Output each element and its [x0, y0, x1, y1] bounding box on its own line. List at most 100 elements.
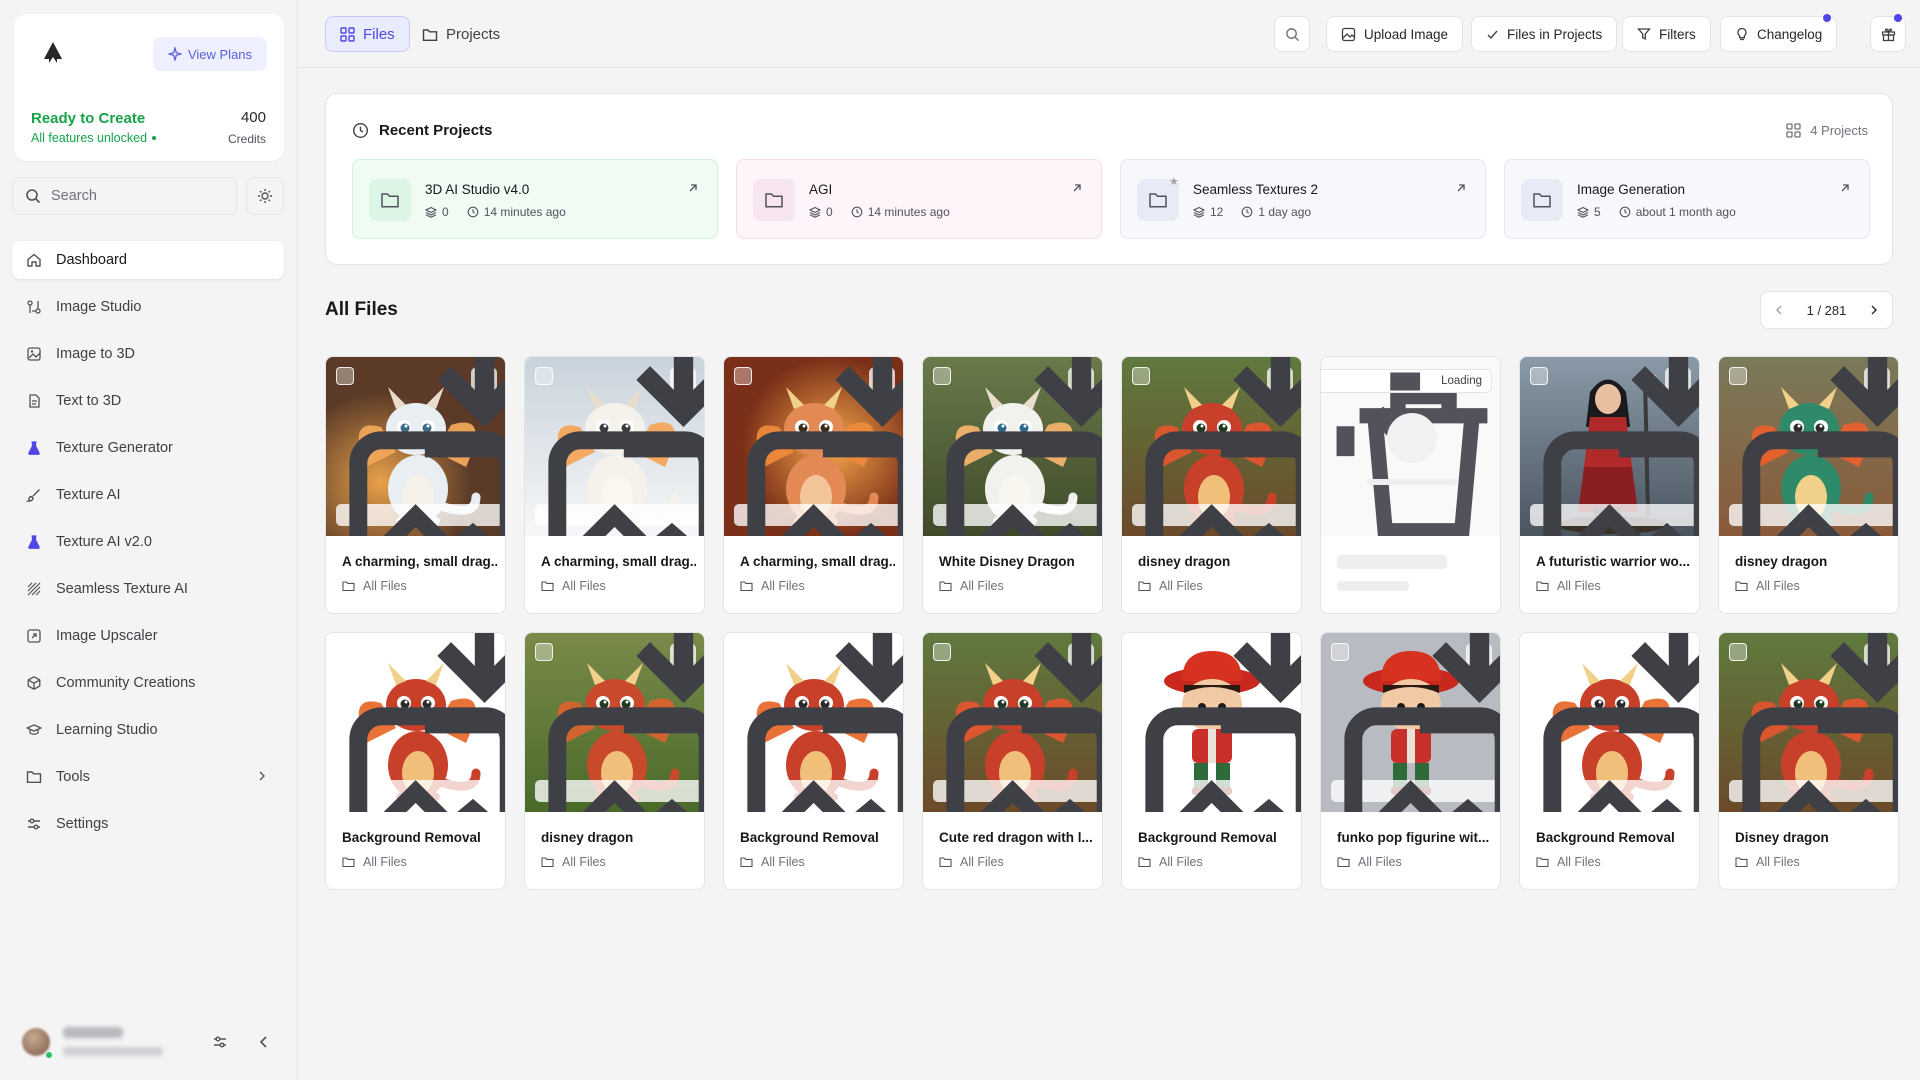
file-thumbnail[interactable]: IMG: [1122, 357, 1301, 536]
download-button[interactable]: [822, 357, 903, 457]
file-thumbnail[interactable]: IMG: [1321, 633, 1500, 812]
project-card[interactable]: Image Generation 5 about 1 month ago: [1504, 159, 1870, 239]
gift-button[interactable]: [1870, 16, 1906, 52]
select-checkbox[interactable]: [1729, 643, 1747, 661]
file-card[interactable]: IMG disney dragon All Files: [524, 632, 705, 890]
search-button[interactable]: [1274, 16, 1310, 52]
filters-button[interactable]: Filters: [1622, 16, 1711, 52]
file-thumbnail[interactable]: IMG: [525, 633, 704, 812]
file-thumbnail[interactable]: IMG: [1520, 357, 1699, 536]
search-input[interactable]: Search: [12, 177, 237, 215]
sidebar-item-texture-ai-v2-0[interactable]: Texture AI v2.0: [12, 523, 284, 561]
project-card[interactable]: 3D AI Studio v4.0 0 14 minutes ago: [352, 159, 718, 239]
open-project-icon[interactable]: [1839, 182, 1851, 194]
download-button[interactable]: [1021, 633, 1102, 733]
select-checkbox[interactable]: [1729, 367, 1747, 385]
file-card[interactable]: IMG White Disney Dragon All Files: [922, 356, 1103, 614]
file-thumbnail[interactable]: IMG: [525, 357, 704, 536]
select-checkbox[interactable]: [336, 367, 354, 385]
open-project-icon[interactable]: [1455, 182, 1467, 194]
app-logo-icon[interactable]: [40, 39, 66, 69]
file-card[interactable]: IMG Disney dragon All Files: [1718, 632, 1899, 890]
sidebar-item-tools[interactable]: Tools: [12, 758, 284, 796]
open-project-icon[interactable]: [1071, 182, 1083, 194]
project-card[interactable]: ★ Seamless Textures 2 12 1 day ago: [1120, 159, 1486, 239]
upload-image-button[interactable]: Upload Image: [1326, 16, 1464, 52]
file-card[interactable]: IMG Background Removal All Files: [1519, 632, 1700, 890]
sliders-icon[interactable]: [212, 1034, 228, 1050]
select-checkbox[interactable]: [734, 367, 752, 385]
select-checkbox[interactable]: [535, 643, 553, 661]
select-checkbox[interactable]: [1132, 643, 1150, 661]
sidebar-item-image-to-3d[interactable]: Image to 3D: [12, 335, 284, 373]
prev-page-icon[interactable]: [1773, 304, 1785, 316]
download-button[interactable]: [424, 357, 505, 457]
select-checkbox[interactable]: [933, 643, 951, 661]
download-button[interactable]: [1220, 633, 1301, 733]
files-in-projects-button[interactable]: Files in Projects: [1471, 16, 1618, 52]
open-project-icon[interactable]: [687, 182, 699, 194]
file-thumbnail[interactable]: IMG: [1719, 357, 1898, 536]
file-card[interactable]: IMG Background Removal All Files: [1121, 632, 1302, 890]
sidebar-item-text-to-3d[interactable]: Text to 3D: [12, 382, 284, 420]
select-checkbox[interactable]: [734, 643, 752, 661]
file-thumbnail[interactable]: IMG: [923, 633, 1102, 812]
file-card[interactable]: IMG Background Removal All Files: [723, 632, 904, 890]
select-checkbox[interactable]: [336, 643, 354, 661]
file-card[interactable]: IMG A charming, small drag... All Files: [524, 356, 705, 614]
download-button[interactable]: [1817, 357, 1898, 457]
tab-files[interactable]: Files: [325, 16, 410, 52]
select-checkbox[interactable]: [1530, 367, 1548, 385]
file-thumbnail[interactable]: IMG: [326, 357, 505, 536]
next-page-icon[interactable]: [1868, 304, 1880, 316]
file-thumbnail[interactable]: IMG: [1520, 633, 1699, 812]
file-thumbnail[interactable]: IMG: [724, 633, 903, 812]
file-card[interactable]: Loading: [1320, 356, 1501, 614]
select-checkbox[interactable]: [1530, 643, 1548, 661]
file-card[interactable]: IMG disney dragon All Files: [1121, 356, 1302, 614]
changelog-button[interactable]: Changelog: [1720, 16, 1838, 52]
download-button[interactable]: [1021, 357, 1102, 457]
user-profile[interactable]: [18, 1022, 284, 1062]
sidebar-item-image-studio[interactable]: Image Studio: [12, 288, 284, 326]
collapse-sidebar-icon[interactable]: [256, 1034, 272, 1050]
sidebar-item-community-creations[interactable]: Community Creations: [12, 664, 284, 702]
sidebar-item-dashboard[interactable]: Dashboard: [12, 241, 284, 279]
download-button[interactable]: [424, 633, 505, 733]
sidebar-item-image-upscaler[interactable]: Image Upscaler: [12, 617, 284, 655]
download-button[interactable]: [623, 357, 704, 457]
download-button[interactable]: [1817, 633, 1898, 733]
sidebar-item-seamless-texture-ai[interactable]: Seamless Texture AI: [12, 570, 284, 608]
view-plans-button[interactable]: View Plans: [153, 37, 267, 71]
file-card[interactable]: IMG Background Removal All Files: [325, 632, 506, 890]
file-card[interactable]: IMG Cute red dragon with l... All Files: [922, 632, 1103, 890]
select-checkbox[interactable]: [933, 367, 951, 385]
file-thumbnail[interactable]: IMG: [724, 357, 903, 536]
download-button[interactable]: [822, 633, 903, 733]
project-meta: 12 1 day ago: [1193, 205, 1311, 219]
file-card[interactable]: IMG A charming, small drag... All Files: [723, 356, 904, 614]
file-card[interactable]: IMG disney dragon All Files: [1718, 356, 1899, 614]
download-button[interactable]: [1618, 357, 1699, 457]
project-card[interactable]: AGI 0 14 minutes ago: [736, 159, 1102, 239]
download-button[interactable]: [623, 633, 704, 733]
file-thumbnail[interactable]: IMG: [326, 633, 505, 812]
file-thumbnail[interactable]: IMG: [1719, 633, 1898, 812]
file-card[interactable]: IMG A charming, small drag... All Files: [325, 356, 506, 614]
file-card[interactable]: IMG funko pop figurine wit... All Files: [1320, 632, 1501, 890]
file-thumbnail[interactable]: IMG: [1122, 633, 1301, 812]
sidebar-item-texture-generator[interactable]: Texture Generator: [12, 429, 284, 467]
sidebar-item-texture-ai[interactable]: Texture AI: [12, 476, 284, 514]
sidebar-item-learning-studio[interactable]: Learning Studio: [12, 711, 284, 749]
download-button[interactable]: [1419, 633, 1500, 733]
download-button[interactable]: [1220, 357, 1301, 457]
theme-toggle-button[interactable]: [246, 177, 284, 215]
tab-projects[interactable]: Projects: [408, 16, 514, 52]
file-card[interactable]: IMG A futuristic warrior wo... All Files: [1519, 356, 1700, 614]
sidebar-item-settings[interactable]: Settings: [12, 805, 284, 843]
file-thumbnail[interactable]: IMG: [923, 357, 1102, 536]
select-checkbox[interactable]: [1132, 367, 1150, 385]
select-checkbox[interactable]: [1331, 643, 1349, 661]
select-checkbox[interactable]: [535, 367, 553, 385]
download-button[interactable]: [1618, 633, 1699, 733]
